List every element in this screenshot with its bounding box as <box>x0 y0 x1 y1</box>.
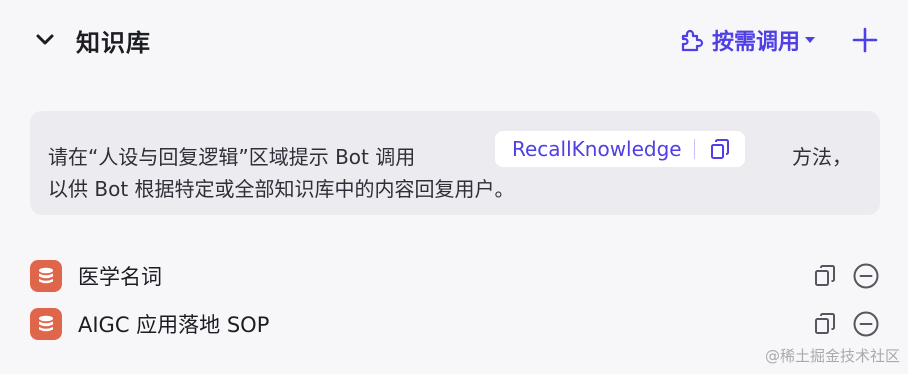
method-name: RecallKnowledge <box>512 137 682 161</box>
copy-icon <box>710 139 729 159</box>
knowledge-panel: 知识库 按需调用 请在“人设与回复逻辑”区域提示 Bot 调用 RecallKn… <box>0 0 908 374</box>
copy-icon <box>815 313 835 334</box>
collapse-button[interactable] <box>30 25 60 55</box>
hint-text-line2: 以供 Bot 根据特定或全部知识库中的内容回复用户。 <box>48 177 515 201</box>
chevron-down-icon <box>36 34 54 45</box>
remove-knowledge-button[interactable] <box>852 262 880 290</box>
chip-divider <box>693 139 695 159</box>
knowledge-item: AIGC 应用落地 SOP <box>30 306 880 342</box>
section-title: 知识库 <box>76 28 151 57</box>
copy-icon <box>815 265 835 286</box>
knowledge-item-name: AIGC 应用落地 SOP <box>78 313 270 337</box>
caret-down-icon <box>805 37 815 43</box>
call-mode-dropdown[interactable]: 按需调用 <box>678 24 816 56</box>
header-actions: 按需调用 <box>678 24 880 56</box>
copy-knowledge-button[interactable] <box>812 311 838 337</box>
method-chip[interactable]: RecallKnowledge <box>495 131 745 167</box>
knowledge-header: 知识库 按需调用 <box>30 18 880 62</box>
remove-knowledge-button[interactable] <box>852 310 880 338</box>
plus-icon <box>852 27 878 53</box>
knowledge-item: 医学名词 <box>30 258 880 294</box>
database-icon <box>30 308 62 340</box>
usage-hint-box: 请在“人设与回复逻辑”区域提示 Bot 调用 RecallKnowledge 方… <box>30 111 880 215</box>
hint-text-line1: 请在“人设与回复逻辑”区域提示 Bot 调用 <box>48 145 416 169</box>
knowledge-item-name: 医学名词 <box>78 265 162 289</box>
copy-knowledge-button[interactable] <box>812 263 838 289</box>
copy-method-button[interactable] <box>709 138 731 160</box>
knowledge-item-actions <box>812 262 880 290</box>
database-icon <box>30 260 62 292</box>
minus-circle-icon <box>853 263 879 289</box>
minus-circle-icon <box>853 311 879 337</box>
call-mode-label: 按需调用 <box>711 30 800 55</box>
knowledge-item-actions <box>812 310 880 338</box>
hint-text-suffix: 方法， <box>792 145 852 169</box>
watermark-text: @稀土掘金技术社区 <box>764 347 900 365</box>
add-knowledge-button[interactable] <box>850 25 880 55</box>
puzzle-icon <box>681 29 704 52</box>
